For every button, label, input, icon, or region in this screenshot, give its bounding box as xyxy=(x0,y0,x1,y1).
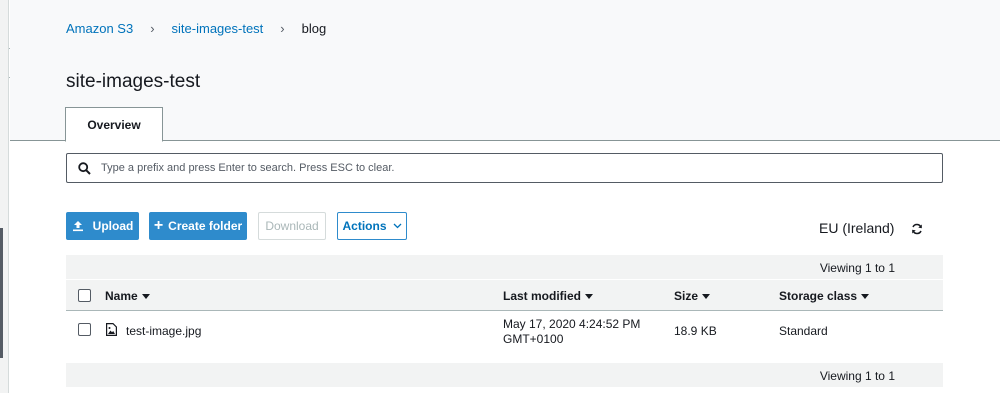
tab-overview[interactable]: Overview xyxy=(65,107,163,142)
caret-down-icon xyxy=(585,293,594,299)
column-last-modified[interactable]: Last modified xyxy=(503,289,594,303)
breadcrumb-bucket[interactable]: site-images-test xyxy=(172,21,264,36)
viewing-count: Viewing 1 to 1 xyxy=(819,261,895,275)
file-name-link[interactable]: test-image.jpg xyxy=(126,324,201,338)
actions-label: Actions xyxy=(342,219,387,233)
search-icon xyxy=(67,161,101,175)
chevron-right-icon: › xyxy=(150,21,155,36)
viewing-count: Viewing 1 to 1 xyxy=(819,369,895,383)
caret-down-icon xyxy=(141,293,150,299)
left-nav-strip xyxy=(0,0,9,393)
download-label: Download xyxy=(265,219,319,233)
table-row[interactable]: test-image.jpg May 17, 2020 4:24:52 PM G… xyxy=(66,311,943,353)
upload-label: Upload xyxy=(92,219,134,233)
breadcrumb: Amazon S3 › site-images-test › blog xyxy=(66,21,326,36)
image-file-icon xyxy=(106,323,117,339)
column-size[interactable]: Size xyxy=(674,289,711,303)
chevron-right-icon: › xyxy=(280,21,285,36)
column-name-label: Name xyxy=(105,289,138,303)
refresh-icon[interactable] xyxy=(911,222,923,240)
create-folder-label: Create folder xyxy=(168,219,243,233)
left-nav-accent xyxy=(0,228,3,358)
plus-icon: + xyxy=(153,217,164,234)
column-size-label: Size xyxy=(674,289,699,303)
region-label: EU (Ireland) xyxy=(819,220,895,236)
last-modified-timezone: GMT+0100 xyxy=(503,332,564,346)
search-box xyxy=(66,153,943,183)
download-button[interactable]: Download xyxy=(258,212,326,240)
search-input[interactable] xyxy=(101,155,942,181)
breadcrumb-amazon-s3[interactable]: Amazon S3 xyxy=(66,21,133,36)
breadcrumb-current: blog xyxy=(301,21,327,36)
storage-class-cell: Standard xyxy=(779,324,828,338)
caret-down-icon xyxy=(861,293,870,299)
last-modified-cell: May 17, 2020 4:24:52 PM GMT+0100 xyxy=(503,317,640,347)
actions-dropdown[interactable]: Actions xyxy=(337,212,407,240)
last-modified-date: May 17, 2020 4:24:52 PM xyxy=(503,317,641,331)
column-storage-class-label: Storage class xyxy=(779,289,858,303)
size-cell: 18.9 KB xyxy=(674,324,717,338)
select-all-checkbox[interactable] xyxy=(78,289,91,302)
column-name[interactable]: Name xyxy=(105,289,150,303)
table-header: Name Last modified Size Storage class xyxy=(66,280,943,311)
upload-button[interactable]: Upload xyxy=(66,212,139,240)
upload-icon xyxy=(72,221,83,232)
create-folder-button[interactable]: + Create folder xyxy=(149,212,247,240)
chevron-down-icon xyxy=(393,223,401,229)
column-storage-class[interactable]: Storage class xyxy=(779,289,870,303)
caret-down-icon xyxy=(702,293,711,299)
row-checkbox[interactable] xyxy=(78,323,91,336)
column-last-modified-label: Last modified xyxy=(503,289,582,303)
page-title: site-images-test xyxy=(66,71,201,92)
pagination-bar-top: Viewing 1 to 1 xyxy=(66,255,943,279)
pagination-bar-bottom: Viewing 1 to 1 xyxy=(66,363,943,387)
